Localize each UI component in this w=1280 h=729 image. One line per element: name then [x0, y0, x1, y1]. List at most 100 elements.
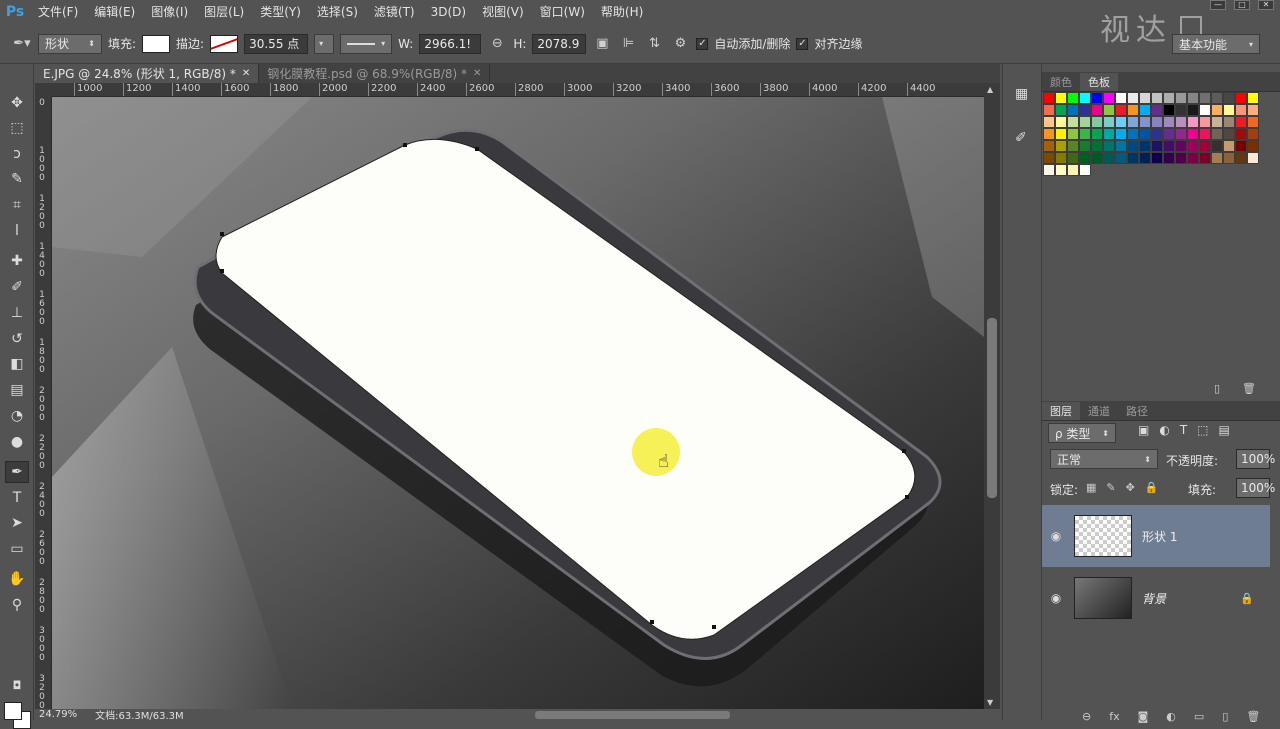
- color-swatch[interactable]: [1247, 140, 1259, 152]
- color-swatch[interactable]: [1163, 128, 1175, 140]
- horizontal-scroll-thumb[interactable]: [535, 711, 730, 719]
- pixel-filter-icon[interactable]: ▣: [1138, 423, 1149, 437]
- scroll-down-icon[interactable]: ▼: [987, 698, 993, 707]
- clone-stamp-tool-icon[interactable]: ⊥: [5, 302, 29, 324]
- stroke-swatch[interactable]: [210, 34, 239, 53]
- lasso-tool-icon[interactable]: ↄ: [5, 143, 29, 165]
- color-swatch[interactable]: [1091, 92, 1103, 104]
- add-mask-icon[interactable]: ◙: [1138, 710, 1149, 723]
- color-swatch[interactable]: [1139, 92, 1151, 104]
- color-swatch[interactable]: [1211, 140, 1223, 152]
- history-brush-tool-icon[interactable]: ↺: [5, 328, 29, 350]
- path-operations-icon[interactable]: ▣: [592, 34, 612, 54]
- color-swatch[interactable]: [1247, 116, 1259, 128]
- color-swatch[interactable]: [1235, 140, 1247, 152]
- color-swatch[interactable]: [1247, 152, 1259, 164]
- color-swatch[interactable]: [1055, 128, 1067, 140]
- color-swatch[interactable]: [1043, 152, 1055, 164]
- color-swatch[interactable]: [1187, 128, 1199, 140]
- color-swatch[interactable]: [1127, 104, 1139, 116]
- color-swatch[interactable]: [1115, 116, 1127, 128]
- color-swatch[interactable]: [1067, 140, 1079, 152]
- brush-panel-icon[interactable]: ✐: [1015, 130, 1027, 146]
- color-swatch[interactable]: [1067, 92, 1079, 104]
- close-tab-icon[interactable]: ✕: [473, 68, 481, 79]
- color-swatch[interactable]: [1127, 116, 1139, 128]
- color-swatch[interactable]: [1115, 128, 1127, 140]
- color-swatch[interactable]: [1079, 92, 1091, 104]
- stroke-size-dropdown[interactable]: ▾: [314, 33, 335, 54]
- minimize-button[interactable]: —: [1210, 0, 1226, 10]
- color-swatch[interactable]: [1067, 116, 1079, 128]
- pen-tool-icon[interactable]: ✒: [5, 461, 29, 483]
- color-swatch[interactable]: [1151, 116, 1163, 128]
- foreground-color-swatch[interactable]: [4, 702, 22, 720]
- eraser-tool-icon[interactable]: ◧: [5, 353, 29, 375]
- layer-row-background[interactable]: ◉ 背景 🔒: [1042, 567, 1270, 629]
- healing-brush-tool-icon[interactable]: ✚: [5, 250, 29, 272]
- quick-select-tool-icon[interactable]: ✎: [5, 168, 29, 190]
- color-swatch[interactable]: [1091, 116, 1103, 128]
- color-swatch[interactable]: [1199, 116, 1211, 128]
- color-swatch[interactable]: [1103, 128, 1115, 140]
- lock-pixels-icon[interactable]: ✎: [1106, 481, 1115, 494]
- color-swatch[interactable]: [1043, 164, 1055, 176]
- color-swatch[interactable]: [1067, 152, 1079, 164]
- color-swatch[interactable]: [1091, 104, 1103, 116]
- color-swatch[interactable]: [1139, 104, 1151, 116]
- color-swatch[interactable]: [1139, 116, 1151, 128]
- new-swatch-icon[interactable]: ▯: [1214, 382, 1220, 395]
- color-swatch[interactable]: [1115, 140, 1127, 152]
- tab-color[interactable]: 颜色: [1042, 73, 1080, 91]
- color-swatch[interactable]: [1163, 140, 1175, 152]
- layer-kind-filter[interactable]: ρ 类型 ⬍: [1048, 423, 1116, 443]
- color-swatch[interactable]: [1175, 92, 1187, 104]
- color-swatch[interactable]: [1211, 152, 1223, 164]
- color-swatch[interactable]: [1091, 128, 1103, 140]
- fx-icon[interactable]: fx: [1109, 710, 1119, 723]
- menu-image[interactable]: 图像(I): [143, 0, 196, 24]
- rectangle-tool-icon[interactable]: ▭: [5, 538, 29, 560]
- color-swatch[interactable]: [1151, 92, 1163, 104]
- color-swatch[interactable]: [1055, 164, 1067, 176]
- color-swatch[interactable]: [1151, 128, 1163, 140]
- close-tab-icon[interactable]: ✕: [242, 68, 250, 79]
- color-swatch[interactable]: [1175, 140, 1187, 152]
- color-swatch[interactable]: [1067, 164, 1079, 176]
- path-arrangement-icon[interactable]: ⇅: [644, 34, 664, 54]
- align-edges-checkbox[interactable]: ✓: [796, 37, 809, 50]
- height-input[interactable]: 2078.9: [532, 33, 587, 54]
- blur-tool-icon[interactable]: ◔: [5, 405, 29, 427]
- smart-object-filter-icon[interactable]: ▤: [1219, 423, 1230, 437]
- tab-e-jpg[interactable]: E.JPG @ 24.8% (形状 1, RGB/8) * ✕: [35, 64, 260, 83]
- delete-layer-icon[interactable]: 🗑: [1246, 710, 1260, 723]
- new-group-icon[interactable]: ▭: [1194, 710, 1204, 723]
- gear-icon[interactable]: ⚙: [670, 34, 690, 54]
- gradient-tool-icon[interactable]: ▤: [5, 379, 29, 401]
- workspace-select[interactable]: 基本功能 ▾: [1172, 34, 1260, 54]
- color-swatch[interactable]: [1103, 152, 1115, 164]
- menu-window[interactable]: 窗口(W): [532, 0, 593, 24]
- adjustment-layer-icon[interactable]: ◐: [1166, 710, 1176, 723]
- color-swatch[interactable]: [1055, 140, 1067, 152]
- dodge-tool-icon[interactable]: ●: [5, 431, 29, 453]
- color-swatch[interactable]: [1187, 116, 1199, 128]
- layer-row-shape-1[interactable]: ◉ 形状 1: [1042, 505, 1270, 567]
- color-swatch[interactable]: [1199, 140, 1211, 152]
- color-swatch[interactable]: [1139, 140, 1151, 152]
- brush-tool-icon[interactable]: ✐: [5, 276, 29, 298]
- link-icon[interactable]: ⊖: [487, 34, 507, 54]
- shape-filter-icon[interactable]: ⬚: [1197, 423, 1208, 437]
- fill-input[interactable]: 100%: [1236, 478, 1275, 498]
- color-swatch[interactable]: [1091, 140, 1103, 152]
- color-swatch[interactable]: [1163, 116, 1175, 128]
- color-swatch[interactable]: [1079, 128, 1091, 140]
- color-swatch[interactable]: [1247, 92, 1259, 104]
- color-swatch[interactable]: [1247, 128, 1259, 140]
- color-swatch[interactable]: [1223, 152, 1235, 164]
- zoom-level[interactable]: 24.79%: [39, 709, 77, 720]
- opacity-input[interactable]: 100%: [1236, 449, 1275, 469]
- color-swatch[interactable]: [1079, 164, 1091, 176]
- color-swatch[interactable]: [1079, 140, 1091, 152]
- move-tool-icon[interactable]: ✥: [5, 92, 29, 114]
